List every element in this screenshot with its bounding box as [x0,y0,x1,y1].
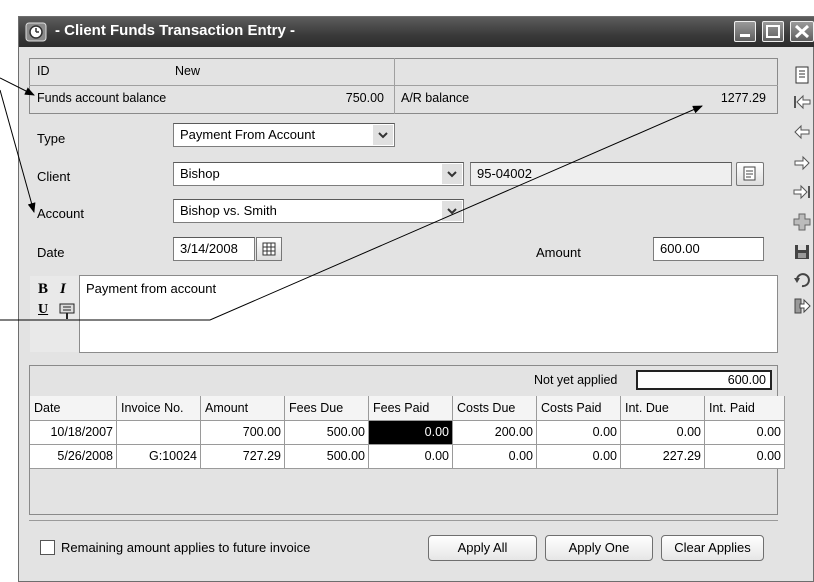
chevron-down-icon[interactable] [442,164,462,184]
column-header[interactable]: Int. Paid [705,396,785,421]
grid-cell[interactable]: 0.00 [369,421,453,445]
amount-input[interactable]: 600.00 [653,237,764,261]
apply-all-button[interactable]: Apply All [428,535,537,561]
amount-label: Amount [536,245,581,260]
date-label: Date [37,245,65,260]
calendar-icon [262,242,276,256]
grid-cell[interactable]: G:10024 [117,445,201,469]
last-record-icon[interactable] [792,182,812,202]
grid-cell[interactable]: 0.00 [453,445,537,469]
grid-cell[interactable]: 10/18/2007 [30,421,117,445]
column-header[interactable]: Amount [201,396,285,421]
grid-cell[interactable]: 0.00 [537,421,621,445]
record-toolbar [786,52,814,372]
info-panel [29,58,778,114]
format-button[interactable] [58,302,76,320]
grid-cell[interactable]: 0.00 [705,421,785,445]
italic-button[interactable]: I [60,281,66,298]
grid-cell[interactable]: 0.00 [705,445,785,469]
apply-one-button[interactable]: Apply One [545,535,653,561]
client-code-field: 95-04002 [470,162,732,186]
notes-icon[interactable] [792,65,812,85]
footer-divider [29,520,778,521]
window-title: - Client Funds Transaction Entry - [55,22,296,39]
account-value: Bishop vs. Smith [180,203,277,218]
lookup-icon [743,166,756,181]
exit-icon[interactable] [792,296,812,316]
grid-cell[interactable]: 227.29 [621,445,705,469]
next-record-icon[interactable] [792,153,812,173]
chevron-down-icon[interactable] [373,125,393,145]
column-header[interactable]: Fees Due [285,396,369,421]
previous-record-icon[interactable] [792,122,812,142]
future-invoice-checkbox[interactable] [40,540,55,555]
grid-cell[interactable]: 0.00 [621,421,705,445]
account-label: Account [37,206,84,221]
not-applied-label: Not yet applied [534,373,618,387]
id-value: New [175,64,201,78]
close-icon [794,24,810,39]
date-input[interactable]: 3/14/2008 [173,237,255,261]
funds-balance-value: 750.00 [300,91,384,105]
memo-textarea[interactable]: Payment from account [79,275,778,353]
chevron-down-icon[interactable] [442,201,462,221]
funds-balance-label: Funds account balance [37,91,167,105]
account-select[interactable]: Bishop vs. Smith [173,199,464,223]
grid-cell[interactable]: 500.00 [285,421,369,445]
column-header[interactable]: Costs Paid [537,396,621,421]
grid-cell[interactable]: 500.00 [285,445,369,469]
bold-button[interactable]: B [38,281,48,298]
undo-icon[interactable] [792,270,812,290]
grid-cell[interactable]: 0.00 [369,445,453,469]
column-header[interactable]: Date [30,396,117,421]
save-icon[interactable] [792,242,812,262]
first-record-icon[interactable] [792,92,812,112]
grid-cell[interactable]: 0.00 [537,445,621,469]
minimize-icon [740,34,750,37]
add-record-icon[interactable] [792,212,812,232]
client-label: Client [37,169,71,184]
column-header[interactable]: Invoice No. [117,396,201,421]
client-select[interactable]: Bishop [173,162,464,186]
grid-cell[interactable]: 5/26/2008 [30,445,117,469]
column-header[interactable]: Int. Due [621,396,705,421]
clear-applies-button[interactable]: Clear Applies [661,535,764,561]
grid-cell[interactable]: 200.00 [453,421,537,445]
grid-cell[interactable]: 700.00 [201,421,285,445]
info-divider [29,85,778,86]
maximize-icon [766,25,780,38]
calendar-button[interactable] [256,237,282,261]
not-applied-value: 600.00 [636,370,772,390]
future-invoice-label: Remaining amount applies to future invoi… [61,540,311,555]
minimize-button[interactable] [734,21,756,42]
grid-cell[interactable] [117,421,201,445]
info-divider-vertical [394,58,395,114]
type-select[interactable]: Payment From Account [173,123,395,147]
client-value: Bishop [180,166,220,181]
type-value: Payment From Account [180,127,316,142]
memo-text: Payment from account [86,281,217,296]
ar-balance-value: 1277.29 [680,91,766,105]
underline-button[interactable]: U [38,302,48,318]
grid-cell[interactable]: 727.29 [201,445,285,469]
type-label: Type [37,131,66,146]
client-lookup-button[interactable] [736,162,764,186]
paragraph-format-icon [59,303,75,319]
ar-balance-label: A/R balance [401,91,470,105]
column-header[interactable]: Fees Paid [369,396,453,421]
id-label: ID [37,64,50,78]
column-header[interactable]: Costs Due [453,396,537,421]
maximize-button[interactable] [762,21,784,42]
close-button[interactable] [790,21,814,42]
clock-icon[interactable] [25,22,47,42]
